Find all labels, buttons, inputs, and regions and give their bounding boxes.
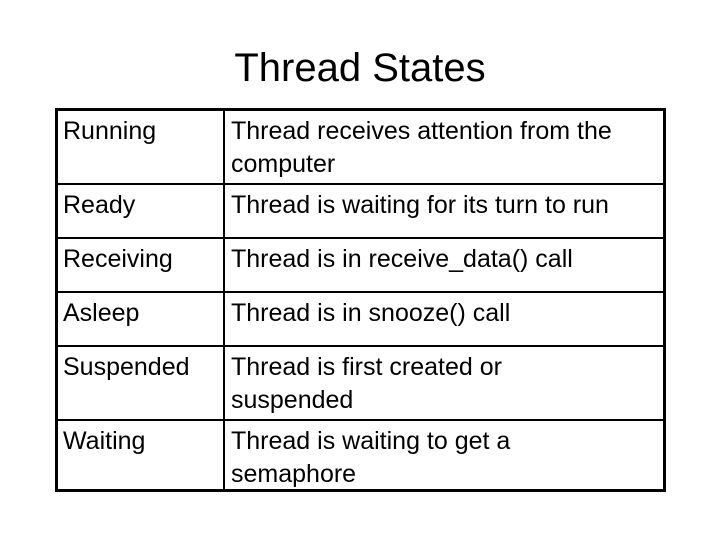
state-description-waiting-line1: Thread is waiting to get a [231, 427, 511, 455]
state-description-ready: Thread is waiting for its turn to run [231, 191, 609, 219]
state-description-asleep: Thread is in snooze() call [231, 299, 511, 327]
state-description-suspended-line1: Thread is first created or [231, 353, 502, 381]
state-description-suspended-line2: suspended [231, 386, 354, 414]
state-name-asleep: Asleep [63, 299, 140, 327]
row-divider [58, 291, 663, 293]
row-divider [58, 419, 663, 421]
state-name-ready: Ready [63, 191, 136, 219]
state-name-receiving: Receiving [63, 245, 173, 273]
slide-title: Thread States [234, 46, 486, 90]
state-name-running: Running [63, 117, 157, 145]
state-description-receiving: Thread is in receive_data() call [231, 245, 573, 273]
state-name-suspended: Suspended [63, 353, 190, 381]
state-description-running-line2: computer [231, 150, 336, 178]
thread-states-table: Running Thread receives attention from t… [55, 108, 666, 492]
row-divider [58, 345, 663, 347]
state-description-waiting-line2: semaphore [231, 460, 357, 488]
column-divider [223, 111, 225, 489]
row-divider [58, 183, 663, 185]
state-description-running-line1: Thread receives attention from the [231, 117, 612, 145]
state-name-waiting: Waiting [63, 427, 146, 455]
row-divider [58, 237, 663, 239]
